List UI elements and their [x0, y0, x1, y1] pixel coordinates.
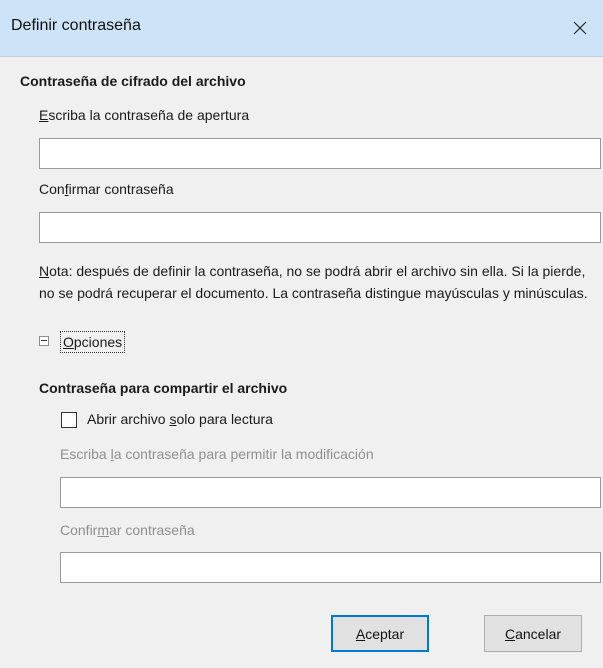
- modify-password-input[interactable]: [60, 477, 601, 508]
- open-password-label: Escriba la contraseña de apertura: [39, 107, 250, 123]
- modify-confirm-input[interactable]: [60, 552, 601, 583]
- sharing-heading: Contraseña para compartir el archivo: [39, 380, 288, 396]
- readonly-checkbox[interactable]: [61, 412, 77, 428]
- ok-button[interactable]: Aceptar: [331, 615, 429, 652]
- dialog-title: Definir contraseña: [11, 17, 141, 34]
- modify-confirm-label: Confirmar contraseña: [60, 522, 195, 538]
- password-note: Nota: después de definir la contraseña, …: [39, 263, 588, 301]
- close-button[interactable]: [557, 0, 603, 56]
- title-bar: Definir contraseña: [0, 0, 603, 57]
- encryption-heading: Contraseña de cifrado del archivo: [20, 73, 246, 89]
- collapse-icon[interactable]: [39, 336, 49, 346]
- readonly-label[interactable]: Abrir archivo solo para lectura: [87, 411, 273, 427]
- confirm-password-input[interactable]: [39, 212, 601, 243]
- modify-password-label: Escriba la contraseña para permitir la m…: [60, 446, 374, 462]
- options-expander[interactable]: Opciones: [60, 331, 126, 353]
- set-password-dialog: Definir contraseña Contraseña de cifrado…: [0, 0, 603, 668]
- confirm-password-label: Confirmar contraseña: [39, 181, 174, 197]
- cancel-button[interactable]: Cancelar: [484, 615, 582, 652]
- open-password-input[interactable]: [39, 138, 601, 169]
- close-icon: [573, 21, 587, 35]
